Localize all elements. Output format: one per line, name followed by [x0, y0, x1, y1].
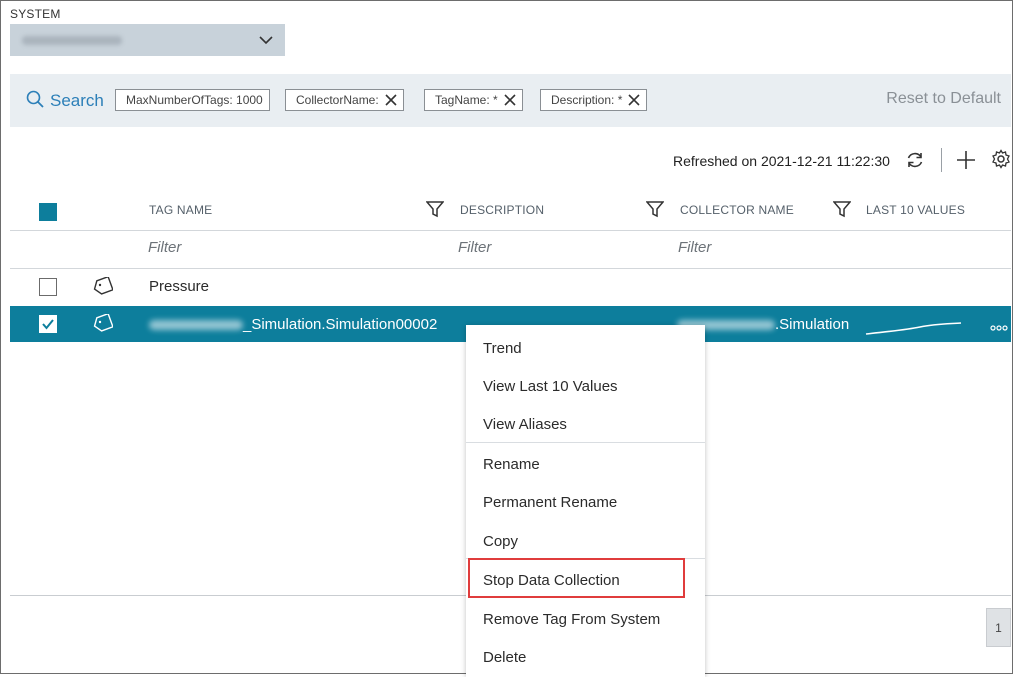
chip-max-tags[interactable]: MaxNumberOfTags: 1000 [115, 89, 270, 111]
chip-label: MaxNumberOfTags: 1000 [126, 93, 263, 107]
more-options-icon[interactable] [990, 319, 1008, 337]
filter-icon[interactable] [832, 200, 852, 223]
menu-item-copy[interactable]: Copy [466, 522, 705, 560]
search-button[interactable]: Search [26, 90, 104, 112]
menu-item-permanent-rename[interactable]: Permanent Rename [466, 483, 705, 521]
menu-item-trend[interactable]: Trend [466, 329, 705, 367]
divider [10, 595, 466, 596]
reset-to-default-button[interactable]: Reset to Default [886, 90, 1001, 108]
checkmark-icon [42, 319, 54, 330]
add-icon[interactable] [956, 150, 976, 175]
filter-icon[interactable] [645, 200, 665, 223]
column-header-last-10-values[interactable]: LAST 10 VALUES [866, 203, 965, 217]
refreshed-timestamp: Refreshed on 2021-12-21 11:22:30 [673, 153, 890, 169]
column-header-tag-name[interactable]: TAG NAME [149, 203, 212, 217]
chip-label: Description: * [551, 93, 623, 107]
tag-name-redacted [149, 320, 243, 330]
collector-name-cell: .Simulation [775, 316, 850, 333]
refresh-icon[interactable] [905, 150, 925, 175]
tag-name-cell[interactable]: Pressure [149, 278, 209, 295]
tag-icon [93, 312, 114, 337]
chip-label: CollectorName: [296, 93, 379, 107]
divider [10, 230, 1011, 231]
row-checkbox[interactable] [39, 278, 57, 296]
search-bar: Search MaxNumberOfTags: 1000 CollectorNa… [10, 74, 1011, 127]
context-menu: Trend View Last 10 Values View Aliases R… [466, 325, 705, 677]
tag-name-cell[interactable]: _Simulation.Simulation00002 [243, 316, 437, 333]
menu-item-delete[interactable]: Delete [466, 638, 705, 676]
filter-input-collector-name[interactable]: Filter [678, 239, 711, 256]
divider [705, 595, 1011, 596]
divider [10, 268, 1011, 269]
column-header-description[interactable]: DESCRIPTION [460, 203, 544, 217]
filter-input-description[interactable]: Filter [458, 239, 491, 256]
column-header-collector-name[interactable]: COLLECTOR NAME [680, 203, 794, 217]
close-icon[interactable] [628, 94, 640, 106]
chevron-down-icon [259, 33, 273, 52]
toolbar-divider [941, 148, 942, 172]
close-icon[interactable] [504, 94, 516, 106]
chip-collector-name[interactable]: CollectorName: [285, 89, 404, 111]
select-all-checkbox[interactable] [39, 203, 57, 221]
menu-item-view-last-10-values[interactable]: View Last 10 Values [466, 367, 705, 405]
chip-tag-name[interactable]: TagName: * [424, 89, 523, 111]
filter-input-tag-name[interactable]: Filter [148, 239, 181, 256]
menu-divider [466, 442, 705, 443]
chip-description[interactable]: Description: * [540, 89, 648, 111]
close-icon[interactable] [385, 94, 397, 106]
menu-item-rename[interactable]: Rename [466, 445, 705, 483]
chip-label: TagName: * [435, 93, 498, 107]
sparkline [865, 319, 963, 342]
menu-item-stop-data-collection[interactable]: Stop Data Collection [466, 561, 705, 599]
search-icon [26, 90, 44, 113]
menu-item-view-aliases[interactable]: View Aliases [466, 405, 705, 443]
menu-item-remove-tag-from-system[interactable]: Remove Tag From System [466, 600, 705, 638]
menu-divider [466, 558, 705, 559]
system-label: SYSTEM [10, 7, 61, 21]
row-checkbox-checked[interactable] [39, 315, 57, 333]
tag-icon [93, 275, 114, 300]
filter-icon[interactable] [425, 200, 445, 223]
gear-icon[interactable] [991, 149, 1011, 174]
system-selected-value-redacted [22, 36, 122, 45]
search-label: Search [50, 91, 104, 110]
system-select[interactable] [10, 24, 285, 56]
page-button[interactable]: 1 [986, 608, 1011, 647]
